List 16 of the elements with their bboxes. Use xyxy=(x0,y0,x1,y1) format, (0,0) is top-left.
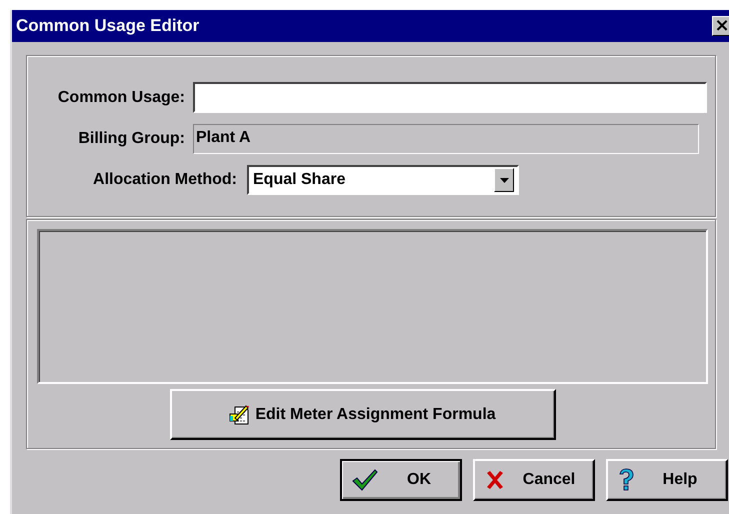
question-mark-icon xyxy=(618,468,634,492)
field-label: Allocation Method: xyxy=(92,171,238,189)
field-label: Billing Group: xyxy=(77,130,186,148)
input-field[interactable] xyxy=(193,82,707,113)
field-label: Common Usage: xyxy=(56,88,186,106)
dropdown[interactable]: Equal Share xyxy=(247,165,519,195)
close-button[interactable]: × xyxy=(712,16,729,36)
document-pencil-icon xyxy=(229,404,252,426)
ok-button[interactable]: OK xyxy=(340,459,462,501)
readonly-field: Plant A xyxy=(193,124,699,154)
help-button[interactable]: Help xyxy=(606,459,728,501)
x-icon xyxy=(485,470,505,490)
checkmark-icon xyxy=(352,469,378,491)
window-title: Common Usage Editor xyxy=(16,16,200,36)
edit-formula-button[interactable]: Edit Meter Assignment Formula xyxy=(170,389,556,440)
cancel-button[interactable]: Cancel xyxy=(473,459,595,501)
